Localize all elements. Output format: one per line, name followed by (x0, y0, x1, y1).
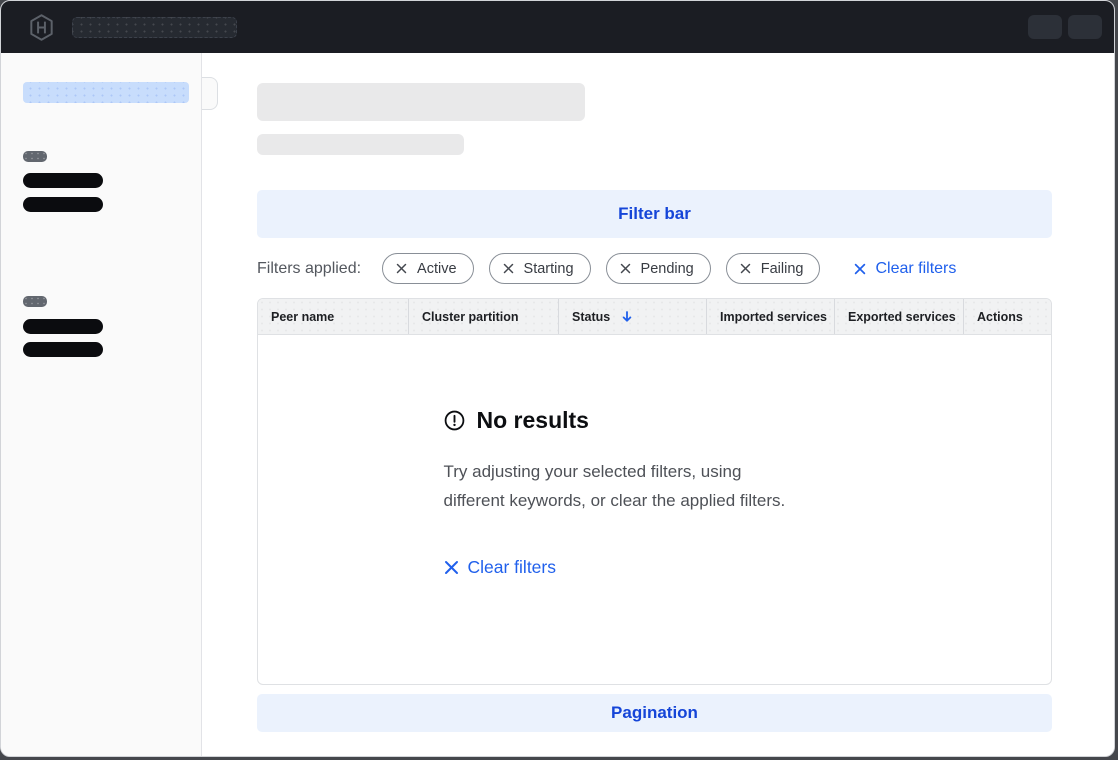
top-navbar (1, 1, 1114, 53)
page-subtitle-placeholder (257, 134, 464, 155)
table-header-row: Peer name Cluster partition Status (258, 299, 1051, 335)
clear-filters-label: Clear filters (875, 260, 956, 278)
navbar-button-placeholder-1[interactable] (1028, 15, 1062, 39)
app-window: Filter bar Filters applied: Active Start… (0, 0, 1115, 757)
sidebar-item-placeholder-1[interactable] (23, 173, 103, 188)
filter-pill-active[interactable]: Active (382, 253, 474, 284)
sidebar (1, 53, 202, 756)
alert-circle-icon (444, 410, 465, 431)
applied-filters-row: Filters applied: Active Starting Pend (257, 253, 1052, 284)
clear-filters-link[interactable]: Clear filters (854, 260, 956, 278)
main-content: Filter bar Filters applied: Active Start… (202, 53, 1114, 756)
column-header-exported-services[interactable]: Exported services (834, 299, 963, 334)
empty-state: No results Try adjusting your selected f… (444, 407, 866, 578)
filter-pill-label: Failing (761, 261, 804, 277)
sidebar-item-placeholder-2[interactable] (23, 197, 103, 212)
clear-filters-label: Clear filters (468, 557, 557, 578)
sidebar-item-placeholder-3[interactable] (23, 319, 103, 334)
peers-table: Peer name Cluster partition Status (257, 298, 1052, 685)
pagination-region: Pagination (257, 694, 1052, 732)
empty-state-title-row: No results (444, 407, 866, 434)
filter-pill-label: Active (417, 261, 457, 277)
column-header-cluster-partition[interactable]: Cluster partition (408, 299, 558, 334)
filter-pill-label: Starting (524, 261, 574, 277)
arrow-down-icon (621, 310, 633, 323)
sidebar-toggle-handle[interactable] (202, 77, 218, 110)
x-icon (444, 560, 459, 575)
column-header-status[interactable]: Status (558, 299, 706, 334)
page-title-placeholder (257, 83, 585, 121)
filter-pill-failing[interactable]: Failing (726, 253, 821, 284)
x-icon (854, 263, 866, 275)
column-header-peer-name[interactable]: Peer name (258, 299, 408, 334)
x-icon (620, 263, 631, 274)
x-icon (503, 263, 514, 274)
search-input[interactable] (72, 17, 237, 38)
sidebar-section-label-placeholder-2 (23, 296, 47, 307)
x-icon (396, 263, 407, 274)
filter-bar-region: Filter bar (257, 190, 1052, 238)
filter-pill-label: Pending (641, 261, 694, 277)
sidebar-item-placeholder-4[interactable] (23, 342, 103, 357)
filter-pills: Active Starting Pending Failing (382, 253, 820, 284)
column-header-actions[interactable]: Actions (963, 299, 1051, 334)
empty-state-title: No results (477, 407, 589, 434)
sidebar-selected-item-placeholder[interactable] (23, 82, 189, 103)
filter-pill-pending[interactable]: Pending (606, 253, 711, 284)
sidebar-section-label-placeholder-1 (23, 151, 47, 162)
hashicorp-logo-icon (29, 14, 54, 41)
filter-pill-starting[interactable]: Starting (489, 253, 591, 284)
app-body: Filter bar Filters applied: Active Start… (1, 53, 1114, 756)
column-header-imported-services[interactable]: Imported services (706, 299, 834, 334)
x-icon (740, 263, 751, 274)
navbar-button-placeholder-2[interactable] (1068, 15, 1102, 39)
filter-bar-label: Filter bar (618, 204, 691, 224)
filters-applied-label: Filters applied: (257, 260, 361, 278)
empty-state-description: Try adjusting your selected filters, usi… (444, 458, 866, 515)
empty-state-clear-filters-link[interactable]: Clear filters (444, 557, 866, 578)
pagination-label: Pagination (611, 703, 698, 723)
